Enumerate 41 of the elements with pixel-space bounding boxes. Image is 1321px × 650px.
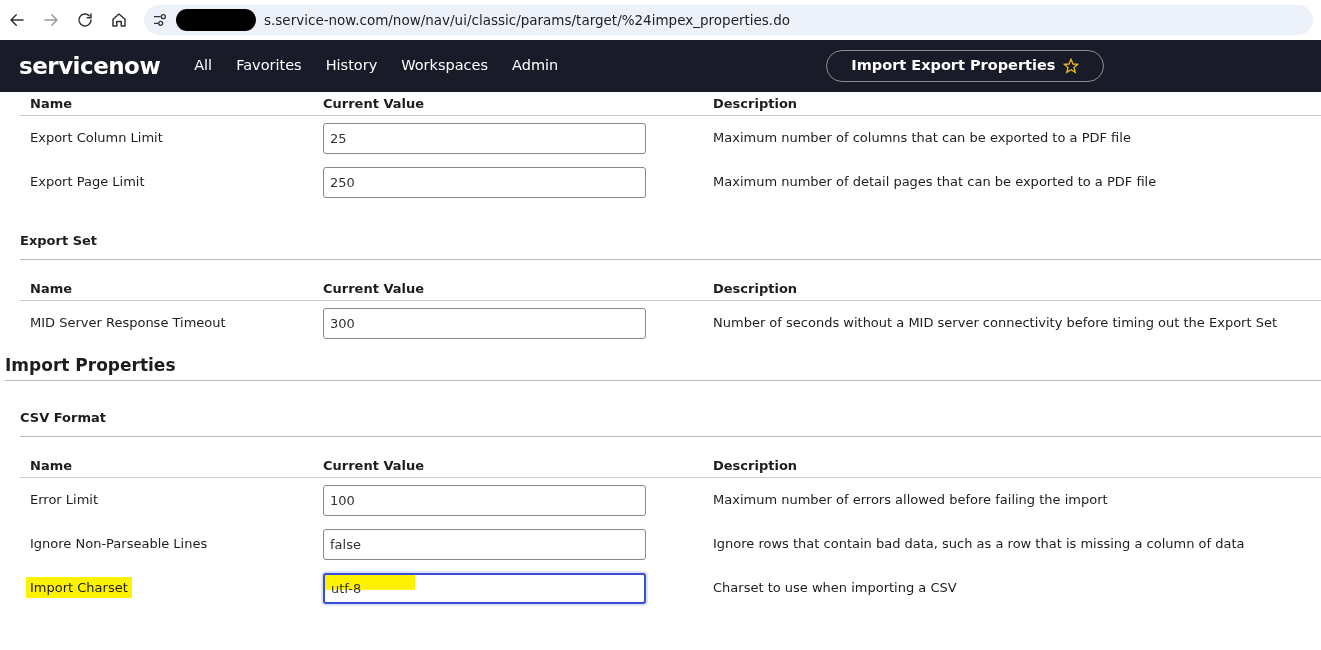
- nav-menu-item[interactable]: Favorites: [224, 55, 314, 77]
- property-name: Export Column Limit: [30, 130, 163, 146]
- subsection-heading: Export Set: [20, 204, 1321, 260]
- value-field[interactable]: 25: [323, 122, 646, 154]
- logo[interactable]: servicenow: [19, 48, 161, 84]
- column-header: Current Value: [323, 94, 426, 113]
- property-name: Export Page Limit: [30, 174, 145, 190]
- column-header: Description: [713, 456, 799, 475]
- forward-icon[interactable]: [42, 11, 60, 29]
- subsection-heading: CSV Format: [20, 381, 1321, 437]
- property-description: Maximum number of columns that can be exported to a PDF file: [713, 129, 1132, 148]
- section-heading: Import Properties: [5, 345, 1321, 381]
- property-description: Charset to use when importing a CSV: [713, 579, 958, 598]
- reload-icon[interactable]: [76, 11, 94, 29]
- property-name: MID Server Response Timeout: [30, 315, 226, 331]
- nav-menu-item[interactable]: History: [313, 55, 390, 77]
- property-name: Ignore Non-Parseable Lines: [30, 536, 208, 552]
- property-description: Maximum number of errors allowed before failing the import: [713, 491, 1109, 510]
- column-header: Name: [30, 279, 73, 298]
- property-name: Import Charset: [26, 577, 132, 599]
- column-header: Description: [713, 279, 799, 298]
- value-field[interactable]: 100: [323, 484, 646, 516]
- column-header: Name: [30, 456, 73, 475]
- property-description: Number of seconds without a MID server connectivity before timing out the Export Set: [713, 314, 1279, 333]
- value-field[interactable]: false: [323, 528, 646, 560]
- nav-menu-item[interactable]: All: [182, 55, 225, 77]
- property-description: Maximum number of detail pages that can be exported to a PDF file: [713, 173, 1158, 192]
- column-header: Current Value: [323, 279, 426, 298]
- nav-menu-item[interactable]: Workspaces: [389, 55, 501, 77]
- nav-menu-item[interactable]: Admin: [500, 55, 571, 77]
- star-icon[interactable]: [1063, 58, 1080, 74]
- column-header: Name: [30, 94, 73, 113]
- property-name: Error Limit: [30, 492, 99, 508]
- home-icon[interactable]: [110, 11, 128, 29]
- property-description: Ignore rows that contain bad data, such as a row that is missing a column of data: [713, 535, 1246, 554]
- back-icon[interactable]: [8, 11, 26, 29]
- value-field[interactable]: 300: [323, 307, 646, 339]
- value-field[interactable]: 250: [323, 166, 646, 198]
- column-header: Description: [713, 94, 799, 113]
- site-settings-icon[interactable]: [152, 12, 168, 28]
- column-header: Current Value: [323, 456, 426, 475]
